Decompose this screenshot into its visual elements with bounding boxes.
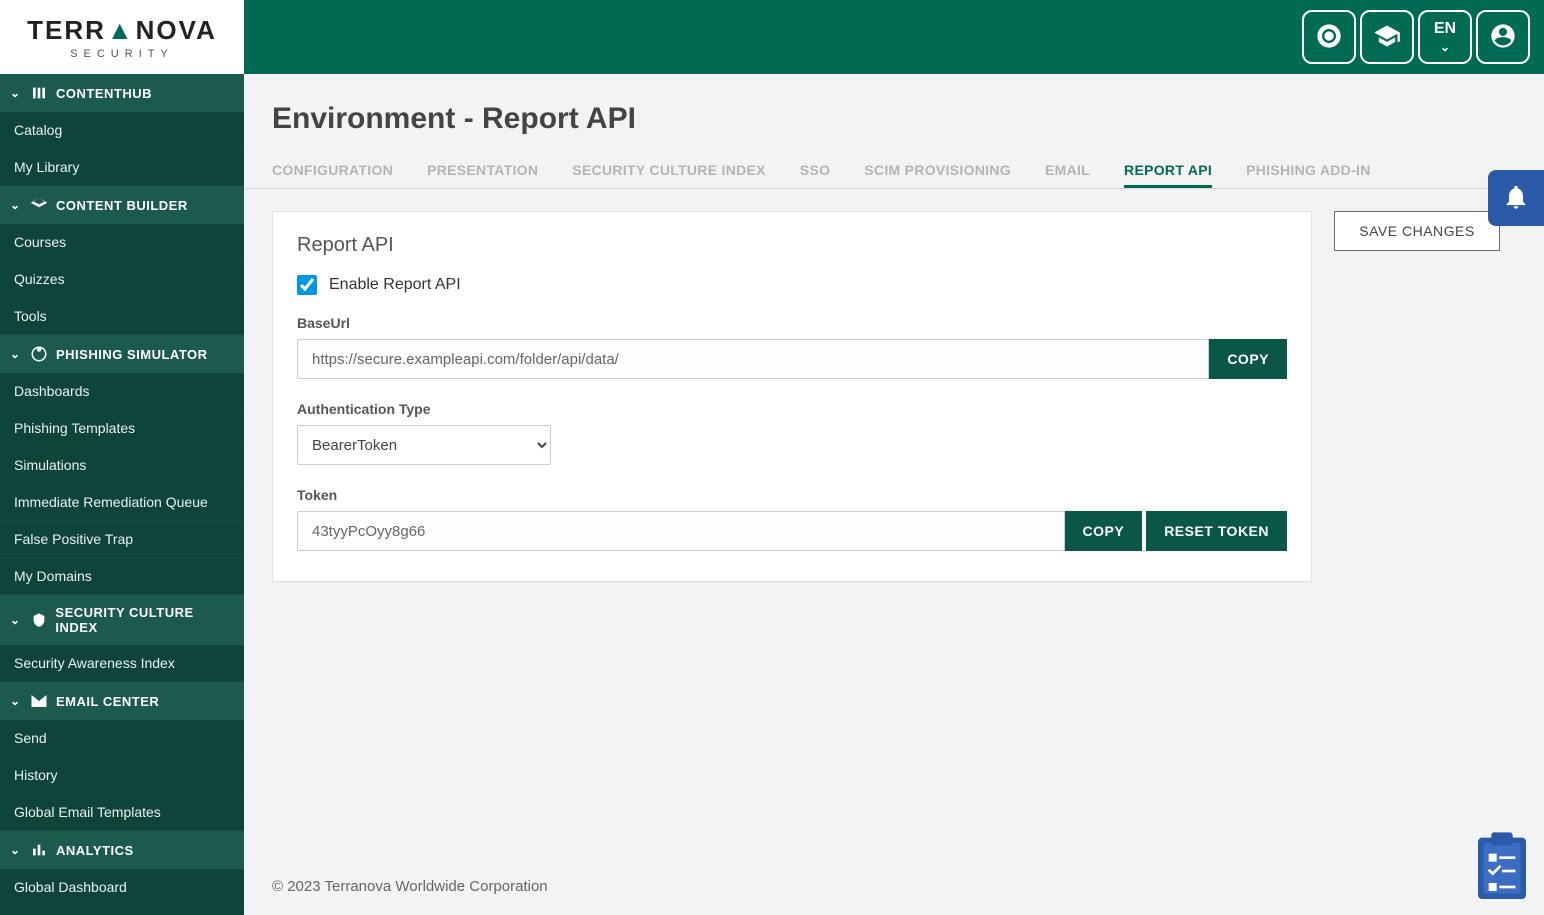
clipboard-check-icon (1470, 892, 1534, 908)
sidebar-item-courses[interactable]: Courses (0, 224, 244, 261)
tab-sso[interactable]: SSO (800, 154, 830, 188)
tab-scim-provisioning[interactable]: SCIM PROVISIONING (864, 154, 1011, 188)
learning-button[interactable] (1360, 10, 1414, 64)
section-icon (30, 611, 47, 629)
section-icon (30, 345, 48, 363)
save-changes-button[interactable]: SAVE CHANGES (1334, 211, 1500, 251)
brand-subtitle: SECURITY (70, 48, 174, 60)
brand-name: TERR▲NOVA (27, 15, 217, 46)
header-actions: EN ⌄ (1302, 10, 1534, 64)
section-icon (30, 84, 48, 102)
sidebar-section-label: CONTENT BUILDER (56, 198, 188, 213)
lifebuoy-icon (1315, 22, 1343, 53)
chevron-down-icon: ⌄ (10, 198, 22, 212)
sidebar-item-security-awareness-index[interactable]: Security Awareness Index (0, 645, 244, 682)
sidebar: ⌄ CONTENTHUB CatalogMy Library ⌄ CONTENT BUI… (0, 74, 244, 915)
chevron-down-icon: ⌄ (1440, 40, 1450, 54)
token-input[interactable] (297, 511, 1065, 551)
sidebar-item-tools[interactable]: Tools (0, 298, 244, 335)
token-label: Token (297, 487, 1287, 503)
reset-token-button[interactable]: RESET TOKEN (1146, 511, 1287, 551)
sidebar-section-label: SECURITY CULTURE INDEX (55, 605, 234, 635)
help-button[interactable] (1302, 10, 1356, 64)
chevron-down-icon: ⌄ (10, 613, 22, 627)
content-row: Report API Enable Report API BaseUrl COP… (244, 189, 1544, 604)
enable-report-api-checkbox[interactable] (297, 275, 317, 295)
sidebar-item-quizzes[interactable]: Quizzes (0, 261, 244, 298)
sidebar-section-phishing-simulator[interactable]: ⌄ PHISHING SIMULATOR (0, 335, 244, 373)
sidebar-item-my-domains[interactable]: My Domains (0, 558, 244, 595)
section-icon (30, 196, 48, 214)
baseurl-label: BaseUrl (297, 315, 1287, 331)
sidebar-item-simulations[interactable]: Simulations (0, 447, 244, 484)
sidebar-section-email-center[interactable]: ⌄ EMAIL CENTER (0, 682, 244, 720)
sidebar-item-false-positive-trap[interactable]: False Positive Trap (0, 521, 244, 558)
tab-security-culture-index[interactable]: SECURITY CULTURE INDEX (572, 154, 766, 188)
language-selector[interactable]: EN ⌄ (1418, 10, 1472, 64)
page-title: Environment - Report API (244, 74, 1544, 154)
sidebar-item-my-library[interactable]: My Library (0, 149, 244, 186)
card-title: Report API (297, 234, 1287, 257)
tab-phishing-add-in[interactable]: PHISHING ADD-IN (1246, 154, 1371, 188)
copy-token-button[interactable]: COPY (1065, 511, 1143, 551)
brand-triangle-icon: ▲ (107, 15, 135, 46)
enable-report-api-row: Enable Report API (297, 275, 1287, 295)
sidebar-section-security-culture-index[interactable]: ⌄ SECURITY CULTURE INDEX (0, 595, 244, 645)
brand-name-b: NOVA (136, 15, 217, 46)
tab-presentation[interactable]: PRESENTATION (427, 154, 538, 188)
authtype-select[interactable]: BearerToken (297, 425, 551, 465)
chevron-down-icon: ⌄ (10, 843, 22, 857)
sidebar-section-analytics[interactable]: ⌄ ANALYTICS (0, 831, 244, 869)
sidebar-item-immediate-remediation-queue[interactable]: Immediate Remediation Queue (0, 484, 244, 521)
tab-report-api[interactable]: REPORT API (1124, 154, 1212, 188)
sidebar-item-send[interactable]: Send (0, 720, 244, 757)
main: Environment - Report API CONFIGURATION PR… (244, 74, 1544, 915)
sidebar-item-dashboards[interactable]: Dashboards (0, 373, 244, 410)
footer-copyright: © 2023 Terranova Worldwide Corporation (244, 858, 1544, 915)
bell-icon (1502, 183, 1530, 214)
tab-configuration[interactable]: CONFIGURATION (272, 154, 393, 188)
language-code: EN (1434, 20, 1456, 38)
chevron-down-icon: ⌄ (10, 694, 22, 708)
feedback-widget[interactable] (1470, 829, 1534, 905)
sidebar-item-history[interactable]: History (0, 757, 244, 794)
enable-report-api-label: Enable Report API (329, 276, 461, 294)
copy-baseurl-button[interactable]: COPY (1209, 339, 1287, 379)
sidebar-item-global-dashboard[interactable]: Global Dashboard (0, 869, 244, 906)
report-api-card: Report API Enable Report API BaseUrl COP… (272, 211, 1312, 582)
tabs: CONFIGURATION PRESENTATION SECURITY CULTUR… (244, 154, 1544, 189)
account-button[interactable] (1476, 10, 1530, 64)
sidebar-section-content-builder[interactable]: ⌄ CONTENT BUILDER (0, 186, 244, 224)
sidebar-item-phishing-templates[interactable]: Phishing Templates (0, 410, 244, 447)
sidebar-section-contenthub[interactable]: ⌄ CONTENTHUB (0, 74, 244, 112)
authtype-label: Authentication Type (297, 401, 1287, 417)
section-icon (30, 841, 48, 859)
sidebar-section-label: PHISHING SIMULATOR (56, 347, 208, 362)
token-row: COPY RESET TOKEN (297, 511, 1287, 551)
sidebar-section-label: ANALYTICS (56, 843, 134, 858)
baseurl-row: COPY (297, 339, 1287, 379)
sidebar-section-label: EMAIL CENTER (56, 694, 159, 709)
sidebar-section-label: CONTENTHUB (56, 86, 152, 101)
graduation-cap-icon (1373, 22, 1401, 53)
tab-email[interactable]: EMAIL (1045, 154, 1090, 188)
notifications-tab[interactable] (1488, 170, 1544, 226)
baseurl-input[interactable] (297, 339, 1209, 379)
chevron-down-icon: ⌄ (10, 86, 22, 100)
brand-logo[interactable]: TERR▲NOVA SECURITY (0, 0, 244, 74)
sidebar-item-global-email-templates[interactable]: Global Email Templates (0, 794, 244, 831)
user-circle-icon (1489, 22, 1517, 53)
app-header: TERR▲NOVA SECURITY EN ⌄ (0, 0, 1544, 74)
chevron-down-icon: ⌄ (10, 347, 22, 361)
brand-name-a: TERR (27, 15, 106, 46)
section-icon (30, 692, 48, 710)
sidebar-item-catalog[interactable]: Catalog (0, 112, 244, 149)
